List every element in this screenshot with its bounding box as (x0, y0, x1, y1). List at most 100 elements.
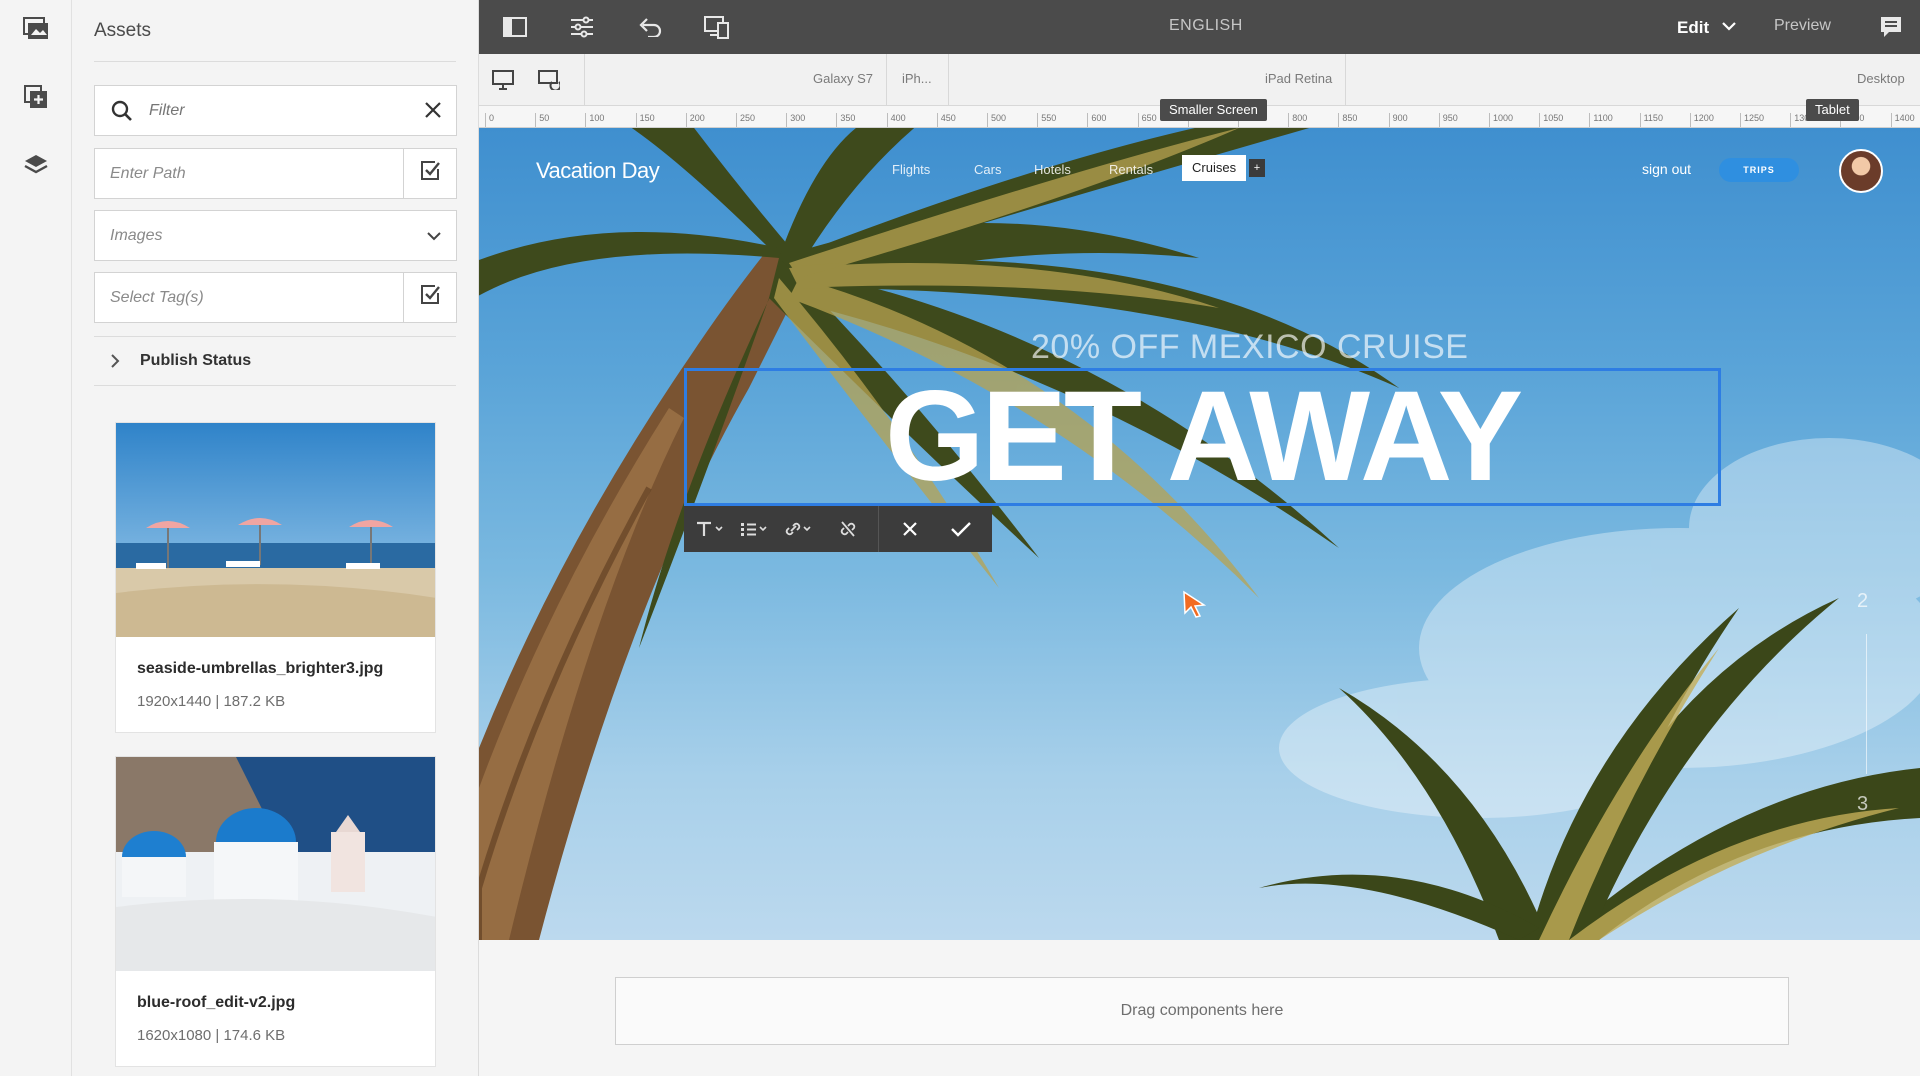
ruler-tick: 800 (1288, 113, 1307, 127)
ruler-tick: 650 (1137, 113, 1157, 127)
text-format-icon[interactable] (690, 514, 730, 544)
filter-input[interactable] (149, 98, 399, 124)
sign-out-link[interactable]: sign out (1642, 161, 1691, 177)
hero-subtitle[interactable]: 20% OFF MEXICO CRUISE (1031, 328, 1468, 367)
ruler-tick-label: 1400 (1894, 113, 1915, 123)
slide-indicator-current[interactable]: 2 (1857, 590, 1868, 613)
ruler-tick-label: 850 (1342, 113, 1358, 123)
divider (948, 54, 949, 106)
checkbox-icon (419, 284, 441, 311)
divider (94, 61, 456, 62)
content-icon[interactable] (18, 11, 54, 47)
page-properties-icon[interactable] (568, 13, 596, 41)
publish-status-toggle[interactable]: Publish Status (94, 336, 456, 386)
ruler-tick-label: 350 (840, 113, 856, 123)
asset-thumbnail (116, 757, 435, 971)
publish-status-label: Publish Status (140, 352, 252, 369)
components-icon[interactable] (18, 79, 54, 115)
annotations-icon[interactable] (1877, 13, 1905, 41)
ruler-tick: 550 (1037, 113, 1056, 127)
tags-browse-button[interactable] (403, 273, 456, 322)
breakpoint-tablet[interactable]: Tablet (1806, 99, 1859, 121)
mouse-cursor-icon (1182, 590, 1208, 623)
asset-card[interactable]: seaside-umbrellas_brighter3.jpg 1920x144… (115, 422, 436, 733)
search-icon (110, 99, 134, 128)
ruler-tick-label: 1200 (1693, 113, 1714, 123)
ruler-tick: 100 (585, 113, 604, 127)
chevron-right-icon (110, 354, 120, 373)
list-icon[interactable] (734, 514, 774, 544)
ruler-tick: 500 (987, 113, 1006, 127)
asset-card[interactable]: blue-roof_edit-v2.jpg 1620x1080 | 174.6 … (115, 756, 436, 1067)
nav-link-cruises[interactable]: Cruises (1182, 155, 1247, 181)
ruler-tick: 300 (786, 113, 805, 127)
toggle-side-panel-icon[interactable] (501, 13, 529, 41)
rotate-device-icon[interactable] (535, 66, 563, 94)
check-icon[interactable] (941, 514, 981, 544)
ruler-tick: 150 (635, 113, 655, 127)
asset-type-select[interactable]: Images (94, 210, 457, 261)
device-iphone[interactable]: iPh... (902, 71, 932, 86)
ruler-tick-label: 950 (1442, 113, 1458, 123)
ruler-tick: 1150 (1639, 113, 1663, 127)
unlink-icon[interactable] (828, 514, 868, 544)
asset-meta: 1920x1440 | 187.2 KB (137, 693, 286, 710)
hero-banner[interactable]: Vacation Day Flights Cars Hotels Rentals… (479, 128, 1920, 940)
language-label: ENGLISH (1169, 17, 1243, 34)
tags-field[interactable]: Select Tag(s) (94, 272, 457, 323)
rich-text-toolbar (684, 506, 992, 552)
nav-link-flights[interactable]: Flights (892, 162, 930, 177)
nav-link-hotels[interactable]: Hotels (1034, 162, 1071, 177)
site-logo[interactable]: Vacation Day (536, 158, 660, 184)
asset-name: blue-roof_edit-v2.jpg (137, 994, 296, 1011)
ruler-tick: 1250 (1740, 113, 1764, 127)
ruler-tick-label: 500 (991, 113, 1007, 123)
nav-link-cars[interactable]: Cars (974, 162, 1001, 177)
asset-type-value: Images (110, 227, 163, 244)
divider (886, 54, 887, 106)
trips-button[interactable]: TRIPS (1719, 158, 1799, 182)
component-dropzone[interactable]: Drag components here (615, 977, 1789, 1045)
device-ipad-retina[interactable]: iPad Retina (1265, 71, 1332, 86)
path-field[interactable]: Enter Path (94, 148, 457, 199)
clear-icon[interactable] (424, 101, 442, 124)
ruler-tick-label: 1100 (1593, 113, 1613, 123)
ruler-tick-label: 650 (1141, 113, 1157, 123)
divider (878, 506, 879, 552)
avatar[interactable] (1839, 149, 1883, 193)
filter-field[interactable] (94, 85, 457, 136)
close-icon[interactable] (890, 514, 930, 544)
path-browse-button[interactable] (403, 149, 456, 198)
breakpoint-smaller-screen[interactable]: Smaller Screen (1160, 99, 1267, 121)
tags-placeholder: Select Tag(s) (110, 289, 204, 306)
undo-icon[interactable] (636, 13, 664, 41)
link-icon[interactable] (778, 514, 818, 544)
ruler-tick: 350 (836, 113, 855, 127)
preview-button[interactable]: Preview (1774, 17, 1831, 35)
device-galaxy-s7[interactable]: Galaxy S7 (813, 71, 873, 86)
ruler-tick-label: 900 (1392, 113, 1408, 123)
ruler-tick-label: 150 (639, 113, 655, 123)
ruler-tick: 1050 (1539, 113, 1563, 127)
slide-progress-line (1866, 634, 1867, 774)
slide-indicator-next[interactable]: 3 (1857, 793, 1868, 816)
ruler-tick: 0 (485, 113, 494, 127)
assets-panel: Assets Enter Path Images Select Tag(s) (72, 0, 479, 1076)
ruler-tick-label: 450 (940, 113, 956, 123)
nav-link-rentals[interactable]: Rentals (1109, 162, 1153, 177)
nav-add-button[interactable]: + (1249, 159, 1265, 177)
mode-select[interactable]: Edit (1677, 16, 1736, 38)
emulator-icon[interactable] (703, 13, 731, 41)
ruler-tick-label: 250 (740, 113, 756, 123)
desktop-icon[interactable] (489, 66, 517, 94)
page-editor: ENGLISH Edit Preview Galaxy S7 iPh... iP… (479, 0, 1920, 1076)
ruler-tick: 950 (1438, 113, 1458, 127)
layers-icon[interactable] (18, 147, 54, 183)
ruler-tick: 1000 (1489, 113, 1513, 127)
hero-title-editable[interactable]: GET AWAY (684, 368, 1721, 506)
hero-title[interactable]: GET AWAY (687, 371, 1718, 503)
ruler-tick-label: 1000 (1493, 113, 1514, 123)
divider (1345, 54, 1346, 106)
device-desktop[interactable]: Desktop (1857, 71, 1905, 86)
ruler-tick-label: 800 (1292, 113, 1308, 123)
